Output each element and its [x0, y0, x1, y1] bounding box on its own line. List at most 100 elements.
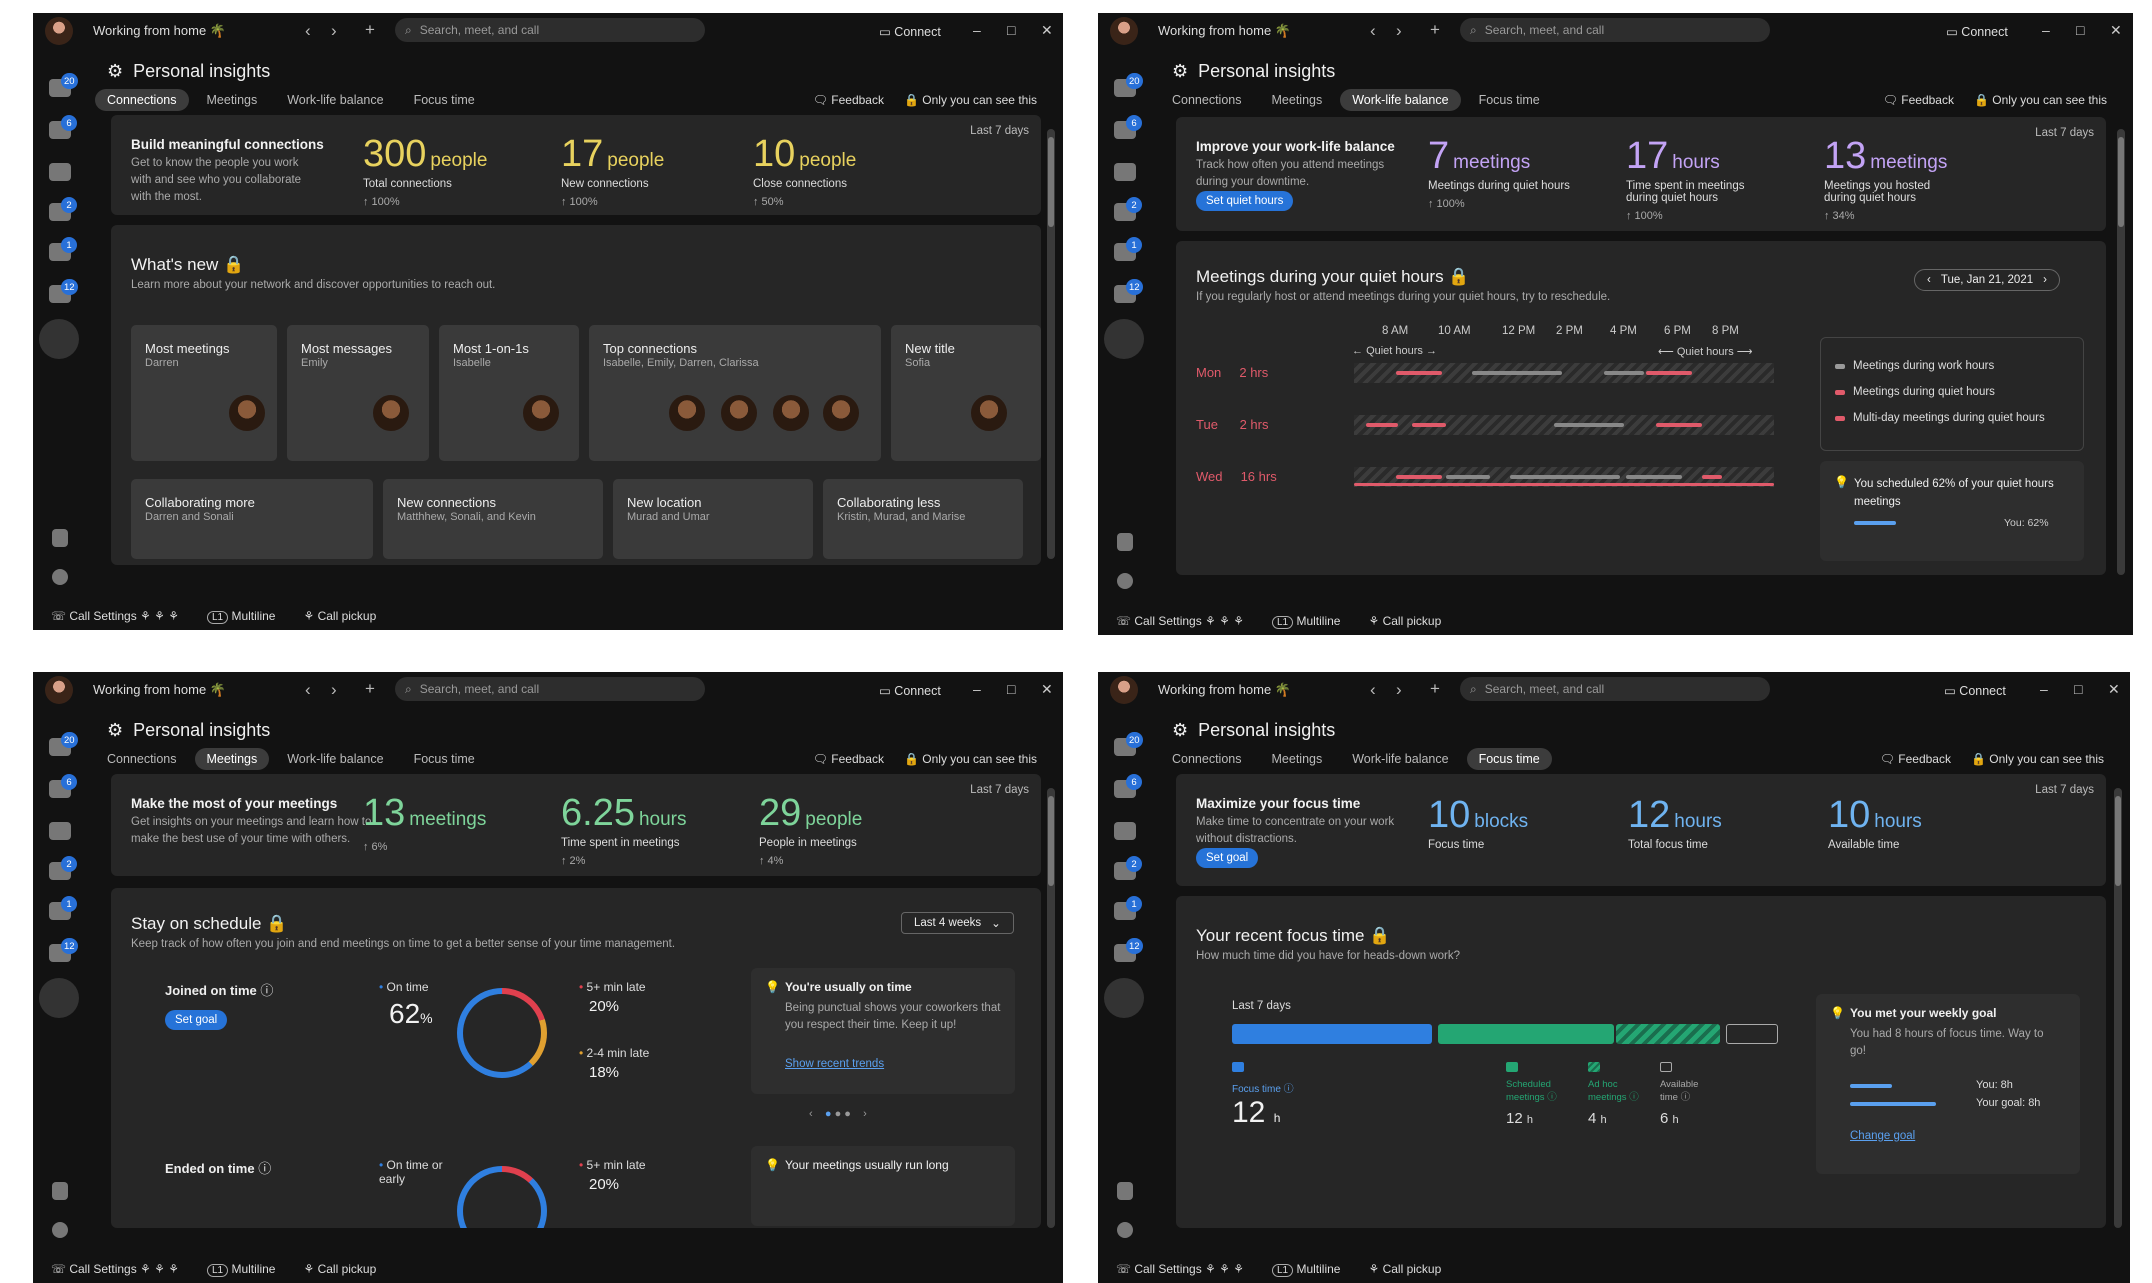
minimize-icon[interactable]: – [973, 22, 981, 38]
insight-card[interactable]: Collaborating less Kristin, Murad, and Ma… [823, 479, 1023, 559]
set-quiet-hours-button[interactable]: Set quiet hours [1196, 191, 1294, 211]
tab-meetings[interactable]: Meetings [194, 748, 270, 770]
tab-work-life-balance[interactable]: Work-life balance [275, 748, 395, 770]
tab-focus-time[interactable]: Focus time [1466, 748, 1552, 770]
insight-card[interactable]: Most 1-on-1s Isabelle [439, 325, 579, 461]
show-trends-link[interactable]: Show recent trends [785, 1058, 884, 1070]
tab-work-life-balance[interactable]: Work-life balance [1340, 89, 1461, 111]
forward-icon[interactable]: › [331, 680, 337, 700]
feedback-button[interactable]: 🗨 Feedback [813, 93, 884, 107]
call-pickup-button[interactable]: ⚘ Call pickup [1368, 1262, 1441, 1276]
scrollbar[interactable] [2114, 788, 2122, 1228]
insight-card[interactable]: Most messages Emily [287, 325, 429, 461]
call-pickup-button[interactable]: ⚘ Call pickup [303, 1262, 376, 1276]
tab-connections[interactable]: Connections [95, 89, 189, 111]
insights-icon[interactable] [1104, 978, 1144, 1018]
maximize-icon[interactable]: □ [1007, 22, 1015, 38]
contacts-icon[interactable] [49, 163, 71, 181]
new-icon[interactable]: + [1430, 20, 1440, 40]
insights-icon[interactable] [39, 978, 79, 1018]
carousel-dots[interactable]: ‹ ● ● ● › [809, 1108, 867, 1120]
gear-icon[interactable]: ⚙ [1172, 61, 1188, 82]
gear-icon[interactable]: ⚙ [1172, 720, 1188, 741]
gear-icon[interactable]: ⚙ [107, 61, 123, 82]
tab-focus-time[interactable]: Focus time [402, 89, 487, 111]
contacts-icon[interactable] [1114, 822, 1136, 840]
minimize-icon[interactable]: – [2040, 681, 2048, 697]
multiline-button[interactable]: L1 Multiline [1272, 1262, 1340, 1277]
gear-icon[interactable]: ⚙ [107, 720, 123, 741]
forward-icon[interactable]: › [1396, 680, 1402, 700]
connect-button[interactable]: ▭ Connect [879, 683, 941, 698]
connect-button[interactable]: ▭ Connect [879, 24, 941, 39]
insights-icon[interactable] [1104, 319, 1144, 359]
feedback-button[interactable]: 🗨 Feedback [813, 752, 884, 766]
range-dropdown[interactable]: Last 4 weeks ⌄ [901, 912, 1014, 934]
close-icon[interactable]: ✕ [1041, 681, 1053, 698]
back-icon[interactable]: ‹ [1370, 680, 1376, 700]
contacts-icon[interactable] [49, 822, 71, 840]
close-icon[interactable]: ✕ [2110, 22, 2122, 39]
search-input[interactable]: ⌕ Search, meet, and call [395, 677, 705, 701]
feedback-button[interactable]: 🗨 Feedback [1880, 752, 1951, 766]
insight-card[interactable]: Top connections Isabelle, Emily, Darren, … [589, 325, 881, 461]
help-icon[interactable] [1117, 573, 1133, 589]
apps-icon[interactable] [1117, 533, 1133, 551]
help-icon[interactable] [52, 569, 68, 585]
tab-meetings[interactable]: Meetings [1260, 748, 1335, 770]
insight-card[interactable]: Collaborating more Darren and Sonali [131, 479, 373, 559]
close-icon[interactable]: ✕ [2108, 681, 2120, 698]
search-input[interactable]: ⌕ Search, meet, and call [1460, 677, 1770, 701]
user-avatar[interactable] [45, 17, 73, 45]
close-icon[interactable]: ✕ [1041, 22, 1053, 39]
apps-icon[interactable] [1117, 1182, 1133, 1200]
new-icon[interactable]: + [365, 20, 375, 40]
search-input[interactable]: ⌕ Search, meet, and call [395, 18, 705, 42]
tab-connections[interactable]: Connections [95, 748, 189, 770]
user-avatar[interactable] [1110, 17, 1138, 45]
change-goal-link[interactable]: Change goal [1850, 1130, 1915, 1142]
connect-button[interactable]: ▭ Connect [1946, 24, 2008, 39]
scrollbar[interactable] [2117, 129, 2125, 575]
back-icon[interactable]: ‹ [1370, 21, 1376, 41]
help-icon[interactable] [1117, 1222, 1133, 1238]
scrollbar[interactable] [1047, 129, 1055, 559]
back-icon[interactable]: ‹ [305, 680, 311, 700]
set-goal-button[interactable]: Set goal [1196, 848, 1259, 868]
multiline-button[interactable]: L1 Multiline [207, 609, 275, 624]
date-picker[interactable]: ‹ Tue, Jan 21, 2021 › [1914, 269, 2060, 291]
maximize-icon[interactable]: □ [1007, 681, 1015, 697]
insights-icon[interactable] [39, 319, 79, 359]
maximize-icon[interactable]: □ [2076, 22, 2084, 38]
apps-icon[interactable] [52, 1182, 68, 1200]
tab-work-life-balance[interactable]: Work-life balance [1340, 748, 1460, 770]
forward-icon[interactable]: › [331, 21, 337, 41]
insight-card[interactable]: New location Murad and Umar [613, 479, 813, 559]
minimize-icon[interactable]: – [2042, 22, 2050, 38]
tab-work-life-balance[interactable]: Work-life balance [275, 89, 395, 111]
user-avatar[interactable] [45, 676, 73, 704]
search-input[interactable]: ⌕ Search, meet, and call [1460, 18, 1770, 42]
multiline-button[interactable]: L1 Multiline [207, 1262, 275, 1277]
tab-focus-time[interactable]: Focus time [402, 748, 487, 770]
new-icon[interactable]: + [1430, 679, 1440, 699]
scrollbar[interactable] [1047, 788, 1055, 1228]
multiline-button[interactable]: L1 Multiline [1272, 614, 1340, 629]
call-settings-button[interactable]: ☏ Call Settings ⚘ ⚘ ⚘ [1116, 614, 1244, 628]
call-pickup-button[interactable]: ⚘ Call pickup [1368, 614, 1441, 628]
tab-meetings[interactable]: Meetings [195, 89, 270, 111]
tab-connections[interactable]: Connections [1160, 748, 1254, 770]
tab-connections[interactable]: Connections [1160, 89, 1254, 111]
feedback-button[interactable]: 🗨 Feedback [1883, 93, 1954, 107]
maximize-icon[interactable]: □ [2074, 681, 2082, 697]
back-icon[interactable]: ‹ [305, 21, 311, 41]
insight-card[interactable]: New connections Matthhew, Sonali, and Kev… [383, 479, 603, 559]
contacts-icon[interactable] [1114, 163, 1136, 181]
set-goal-button[interactable]: Set goal [165, 1010, 228, 1030]
call-settings-button[interactable]: ☏ Call Settings ⚘ ⚘ ⚘ [1116, 1262, 1244, 1276]
call-settings-button[interactable]: ☏ Call Settings ⚘ ⚘ ⚘ [51, 609, 179, 623]
help-icon[interactable] [52, 1222, 68, 1238]
call-settings-button[interactable]: ☏ Call Settings ⚘ ⚘ ⚘ [51, 1262, 179, 1276]
user-avatar[interactable] [1110, 676, 1138, 704]
apps-icon[interactable] [52, 529, 68, 547]
